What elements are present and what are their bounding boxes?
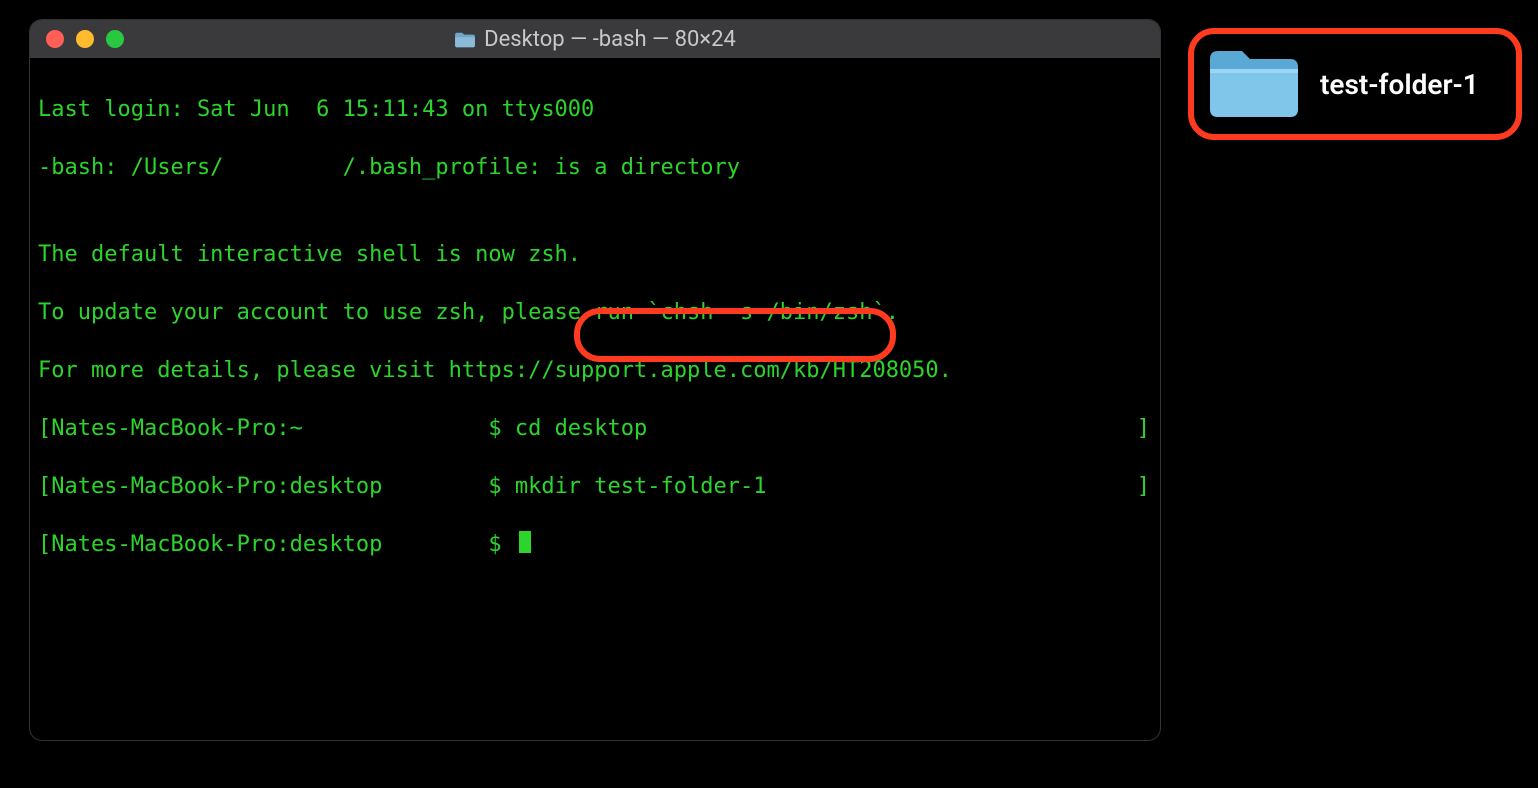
prompt: [Nates-MacBook-Pro:desktop $ <box>38 474 515 499</box>
window-title-text: Desktop — -bash — 80×24 <box>484 27 736 52</box>
terminal-line: -bash: /Users/ /.bash_profile: is a dire… <box>38 153 1152 182</box>
terminal-window[interactable]: Desktop — -bash — 80×24 Last login: Sat … <box>30 20 1160 740</box>
prompt: [Nates-MacBook-Pro:~ $ <box>38 416 515 441</box>
terminal-line: To update your account to use zsh, pleas… <box>38 298 1152 327</box>
terminal-line: For more details, please visit https://s… <box>38 356 1152 385</box>
terminal-body[interactable]: Last login: Sat Jun 6 15:11:43 on ttys00… <box>30 58 1160 654</box>
maximize-button[interactable] <box>106 30 124 48</box>
command-text: mkdir test-folder-1 <box>515 474 767 499</box>
folder-icon <box>454 30 476 48</box>
folder-icon[interactable] <box>1206 45 1302 123</box>
traffic-lights <box>46 30 124 48</box>
prompt-line: [Nates-MacBook-Pro:desktop $ <box>38 530 1152 559</box>
highlight-ring-folder: test-folder-1 <box>1188 28 1522 140</box>
terminal-line: Last login: Sat Jun 6 15:11:43 on ttys00… <box>38 95 1152 124</box>
folder-label[interactable]: test-folder-1 <box>1320 68 1479 101</box>
prompt-line: [Nates-MacBook-Pro:~ $ cd desktop] <box>38 414 1152 443</box>
terminal-line: The default interactive shell is now zsh… <box>38 240 1152 269</box>
titlebar[interactable]: Desktop — -bash — 80×24 <box>30 20 1160 58</box>
cursor <box>519 531 531 553</box>
window-title: Desktop — -bash — 80×24 <box>30 27 1160 52</box>
prompt: [Nates-MacBook-Pro:desktop $ <box>38 532 515 557</box>
close-button[interactable] <box>46 30 64 48</box>
screenshot-root: Desktop — -bash — 80×24 Last login: Sat … <box>0 0 1538 788</box>
close-bracket: ] <box>1137 472 1150 501</box>
minimize-button[interactable] <box>76 30 94 48</box>
prompt-line: [Nates-MacBook-Pro:desktop $ mkdir test-… <box>38 472 1152 501</box>
command-text: cd desktop <box>515 416 647 441</box>
close-bracket: ] <box>1137 414 1150 443</box>
